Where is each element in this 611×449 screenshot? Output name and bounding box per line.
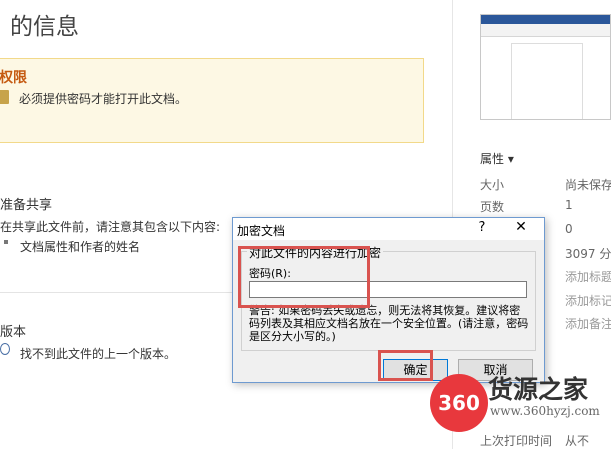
pages-value: 1 bbox=[565, 198, 573, 212]
permission-text: 必须提供密码才能打开此文档。 bbox=[19, 92, 188, 106]
size-label: 大小 bbox=[480, 178, 505, 192]
page-title: 的信息 bbox=[10, 14, 79, 40]
edit-time-value: 3097 分钟 bbox=[565, 247, 611, 261]
permission-notice: 权限 必须提供密码才能打开此文档。 bbox=[0, 58, 424, 143]
versions-text: 找不到此文件的上一个版本。 bbox=[20, 347, 177, 361]
properties-dropdown[interactable]: 属性 ▾ bbox=[480, 150, 514, 167]
watermark-logo: 360 bbox=[430, 374, 488, 432]
close-icon[interactable]: ✕ bbox=[509, 219, 533, 239]
watermark-url: www.360hyzj.com bbox=[490, 404, 600, 418]
prepare-share-text: 在共享此文件前，请注意其包含以下内容: bbox=[0, 220, 221, 234]
prepare-share-heading: 准备共享 bbox=[0, 198, 53, 213]
lock-icon bbox=[0, 90, 9, 104]
words-value: 0 bbox=[565, 222, 573, 236]
add-tag-link[interactable]: 添加标记 bbox=[565, 292, 611, 309]
bullet-icon bbox=[4, 240, 8, 244]
prepare-share-item: 文档属性和作者的姓名 bbox=[20, 240, 141, 254]
last-print-value: 从不 bbox=[565, 434, 590, 448]
password-highlight-box bbox=[238, 246, 370, 308]
add-comment-link[interactable]: 添加备注 bbox=[565, 315, 611, 332]
warning-text: 警告: 如果密码丢失或遗忘，则无法将其恢复。建议将密码列表及其相应文档名放在一个… bbox=[249, 304, 529, 343]
help-icon[interactable]: ? bbox=[471, 220, 493, 238]
dialog-title: 加密文档 bbox=[237, 224, 286, 238]
document-thumbnail[interactable] bbox=[480, 14, 611, 120]
versions-heading: 版本 bbox=[0, 325, 27, 340]
last-print-label: 上次打印时间 bbox=[480, 434, 553, 448]
ok-button-highlight-box bbox=[378, 350, 433, 381]
permission-heading: 权限 bbox=[0, 70, 27, 86]
thumbnail-toolbar bbox=[481, 24, 610, 37]
watermark-name: 货源之家 bbox=[488, 375, 589, 404]
thumbnail-page bbox=[511, 43, 583, 119]
dialog-titlebar[interactable]: 加密文档 ? ✕ bbox=[233, 218, 544, 240]
pages-label: 页数 bbox=[480, 200, 505, 214]
word-backstage-info-screen: 的信息 权限 必须提供密码才能打开此文档。 准备共享 在共享此文件前，请注意其包… bbox=[0, 0, 611, 449]
clock-icon bbox=[0, 343, 10, 355]
add-title-link[interactable]: 添加标题 bbox=[565, 268, 611, 285]
thumbnail-ribbon bbox=[481, 15, 610, 24]
size-value: 尚未保存 bbox=[565, 178, 611, 192]
